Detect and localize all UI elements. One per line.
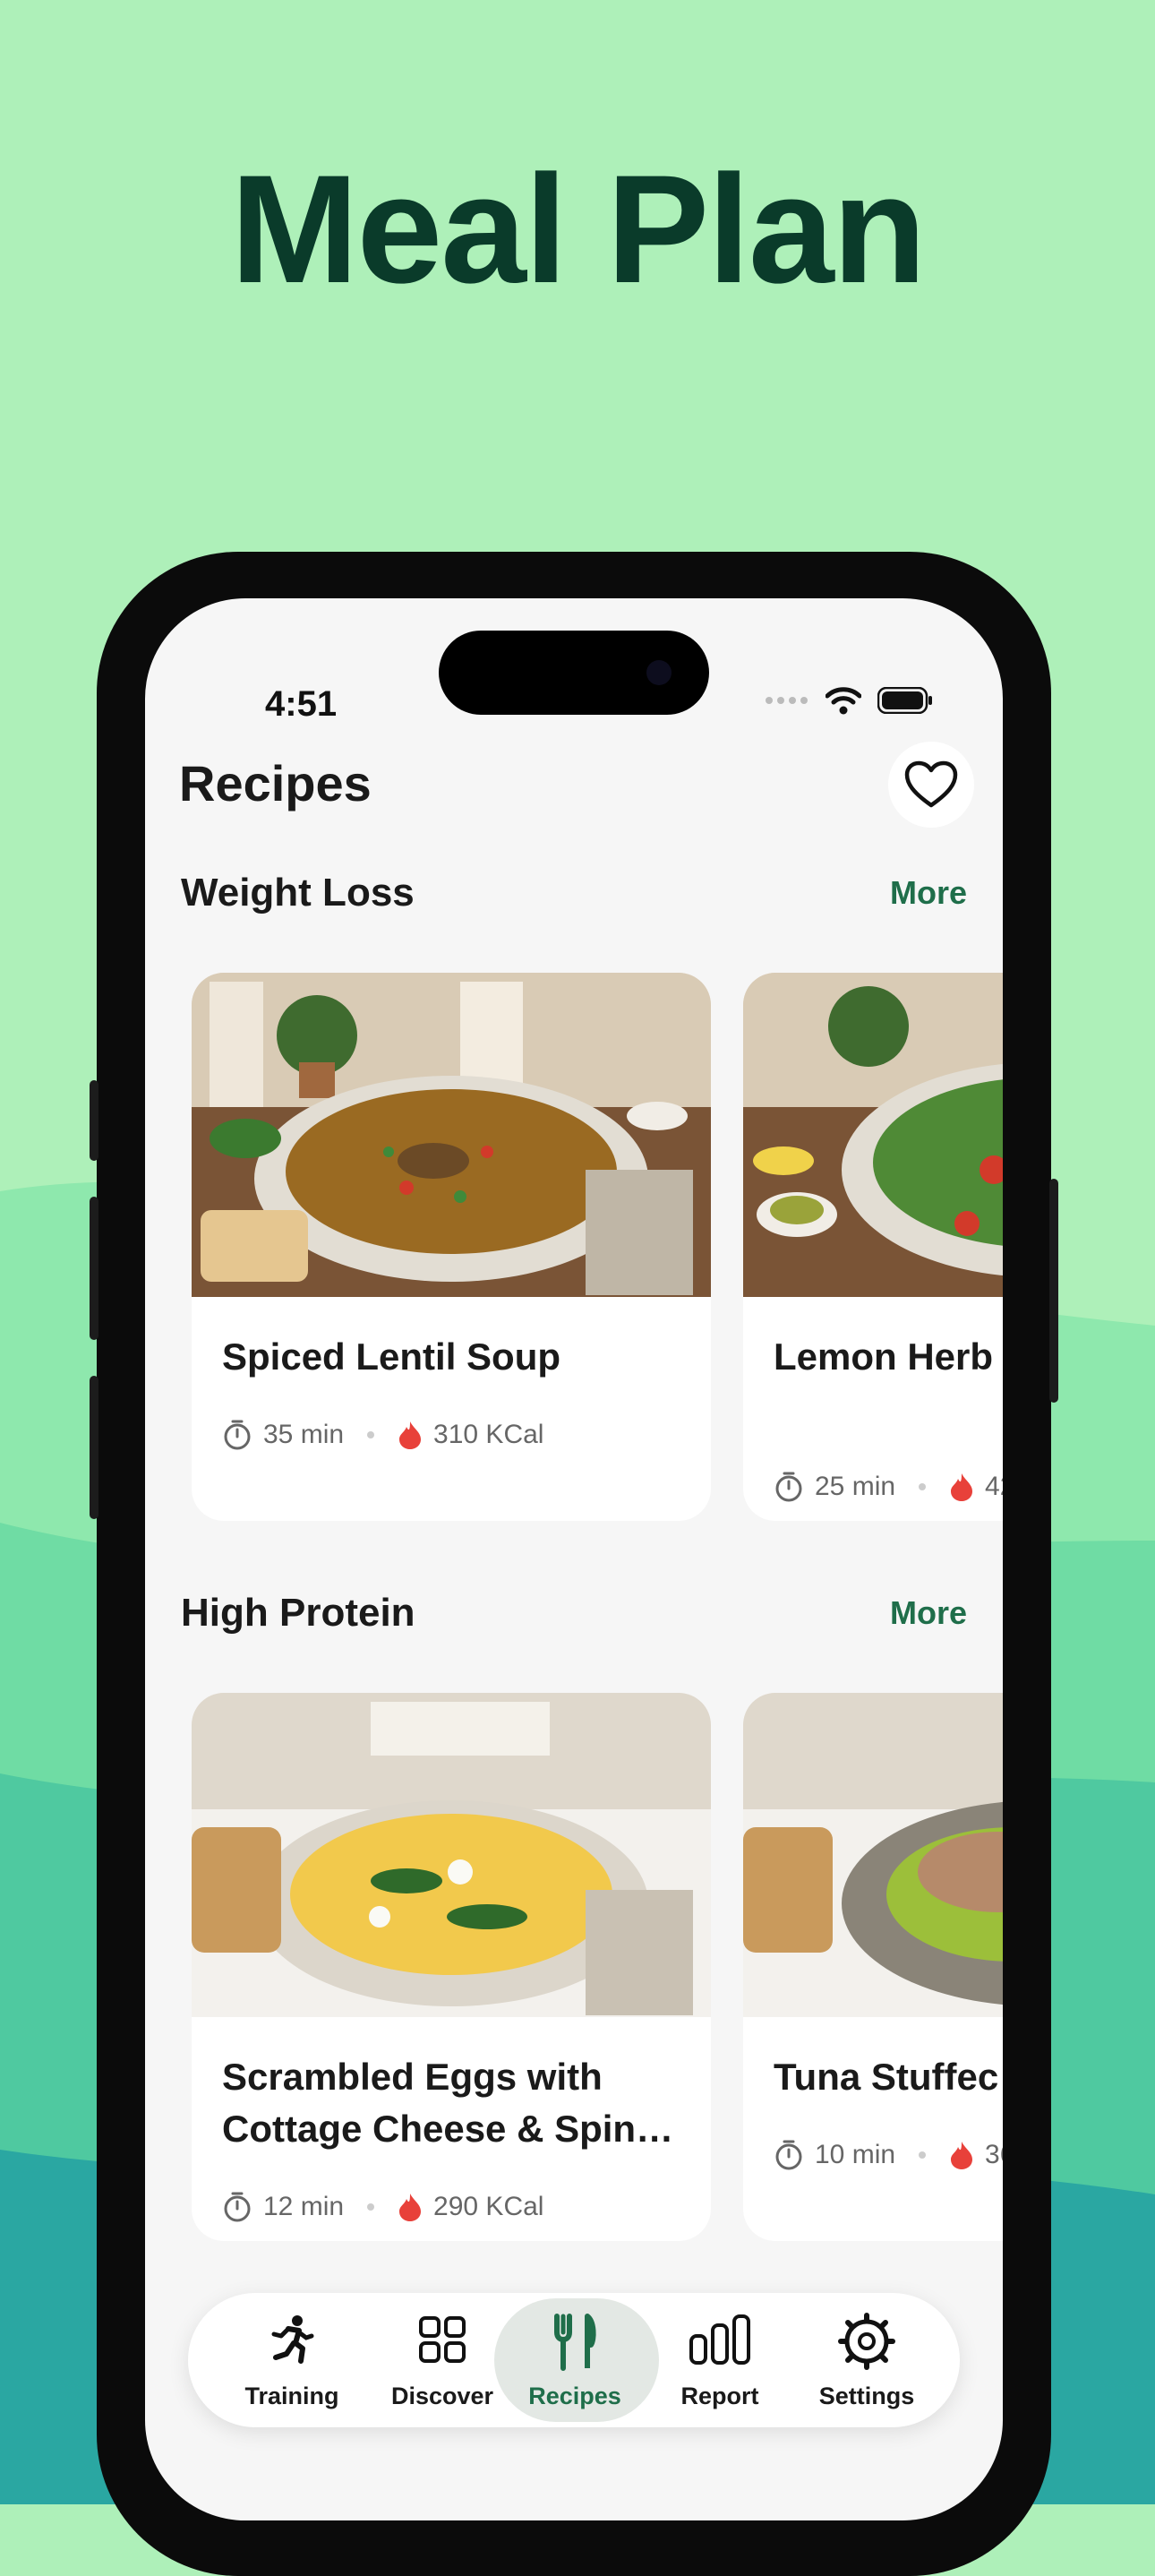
- flame-icon: [399, 1421, 422, 1449]
- volume-down-button: [90, 1376, 98, 1519]
- tuna-avocado-photo: [743, 1693, 1003, 2017]
- bottom-tab-bar: Training Discover Recipes Report Setting…: [188, 2293, 960, 2427]
- status-icons: [765, 686, 933, 715]
- status-time: 4:51: [265, 684, 338, 724]
- tab-settings[interactable]: Settings: [790, 2293, 944, 2427]
- recipe-meta: 35 min 310 KCal: [222, 1419, 543, 1451]
- recipe-time: 10 min: [815, 2140, 896, 2169]
- recipe-calories: 310 KCal: [433, 1420, 544, 1449]
- recipe-card-scrambled-eggs[interactable]: Scrambled Eggs with Cottage Cheese & Spi…: [192, 1693, 711, 2241]
- mute-switch: [90, 1080, 98, 1161]
- recipe-card-tuna-stuffed[interactable]: Tuna Stuffec 10 min 36: [743, 1693, 1003, 2241]
- timer-icon: [775, 1472, 802, 1502]
- power-button: [1049, 1179, 1058, 1403]
- tab-label: Report: [680, 2383, 759, 2409]
- recipe-time: 25 min: [815, 1472, 896, 1501]
- tab-label: Discover: [390, 2383, 494, 2409]
- separator-dot: [367, 1431, 375, 1438]
- grid-icon: [419, 2316, 466, 2363]
- wifi-icon: [826, 687, 861, 715]
- flame-icon: [951, 2142, 973, 2169]
- tab-label: Settings: [818, 2383, 915, 2409]
- recipe-name: Scrambled Eggs with Cottage Cheese & Spi…: [222, 2056, 674, 2150]
- separator-dot: [367, 2203, 375, 2211]
- separator-dot: [919, 1483, 927, 1490]
- bar-chart-icon: [689, 2314, 750, 2365]
- recipe-name: Tuna Stuffec: [774, 2056, 999, 2098]
- tab-training[interactable]: Training: [215, 2293, 369, 2427]
- scrambled-eggs-photo: [192, 1693, 711, 2017]
- favorites-button[interactable]: [888, 742, 974, 828]
- status-bar: 4:51: [145, 598, 1003, 733]
- section-title-high-protein: High Protein: [181, 1591, 415, 1635]
- recipe-meta: 25 min 42: [774, 1471, 1003, 1503]
- tab-recipes[interactable]: Recipes: [494, 2293, 659, 2427]
- battery-icon: [877, 687, 932, 714]
- recipe-name: Spiced Lentil Soup: [222, 1335, 561, 1378]
- high-protein-more-link[interactable]: More: [890, 1594, 967, 1632]
- recipe-time: 12 min: [263, 2192, 345, 2221]
- fork-knife-icon: [554, 2314, 596, 2371]
- timer-icon: [224, 2192, 251, 2222]
- signal-dots-icon: [766, 697, 808, 704]
- tab-report[interactable]: Report: [643, 2293, 797, 2427]
- dynamic-island: [439, 631, 709, 715]
- tab-label: Recipes: [528, 2383, 621, 2409]
- app-screen: 4:51 Recipes Weight Loss More Spiced Len…: [145, 598, 1003, 2520]
- timer-icon: [224, 1420, 251, 1450]
- flame-icon: [951, 1473, 973, 1501]
- recipe-card-lemon-herb-chicken[interactable]: Lemon Herb Chicken Sala 25 min 42: [743, 973, 1003, 1521]
- separator-dot: [919, 2151, 927, 2159]
- page-headline: Meal Plan: [230, 143, 926, 315]
- lentil-soup-photo: [192, 973, 711, 1297]
- gear-icon: [838, 2313, 895, 2370]
- screen-title: Recipes: [179, 755, 372, 811]
- timer-icon: [775, 2140, 802, 2170]
- chicken-salad-photo: [743, 973, 1003, 1297]
- flame-icon: [399, 2194, 422, 2221]
- tab-label: Training: [244, 2383, 339, 2409]
- recipe-name: Lemon Herb Chicken Sala: [774, 1335, 1003, 1378]
- recipe-time: 35 min: [263, 1420, 345, 1449]
- weight-loss-more-link[interactable]: More: [890, 874, 967, 912]
- phone-frame: 4:51 Recipes Weight Loss More Spiced Len…: [90, 552, 1058, 2576]
- recipe-meta: 10 min 36: [774, 2139, 1003, 2171]
- recipe-calories: 42: [985, 1472, 1003, 1501]
- running-icon: [271, 2315, 314, 2364]
- recipe-card-lentil-soup[interactable]: Spiced Lentil Soup 35 min 310 KCal: [192, 973, 711, 1521]
- recipe-calories: 36: [985, 2140, 1003, 2169]
- recipe-meta: 12 min 290 KCal: [222, 2191, 543, 2223]
- heart-icon: [904, 760, 958, 808]
- recipe-calories: 290 KCal: [433, 2192, 544, 2221]
- section-title-weight-loss: Weight Loss: [181, 871, 415, 914]
- volume-up-button: [90, 1197, 98, 1340]
